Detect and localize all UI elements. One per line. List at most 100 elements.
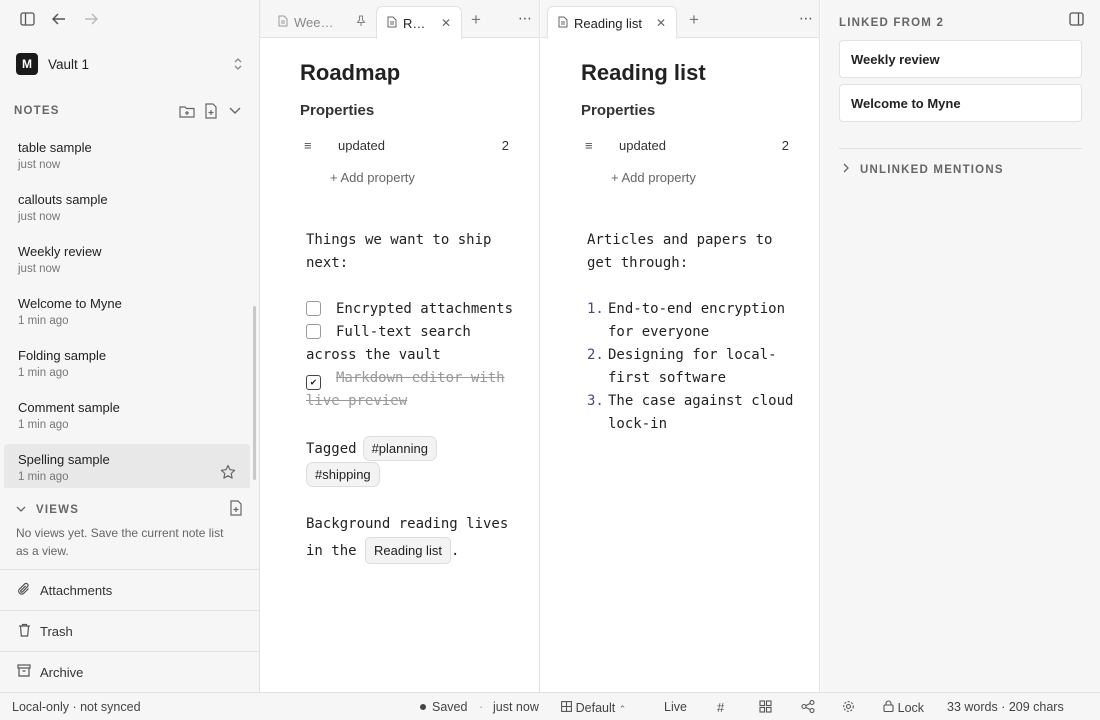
tab-weekly-review[interactable]: Wee… (268, 6, 376, 38)
list-item: 2. Designing for local-first software (587, 344, 802, 390)
hashtag-icon[interactable]: # (717, 700, 724, 715)
drag-handle-icon[interactable]: ≡ (304, 138, 316, 153)
note-time: 1 min ago (18, 315, 69, 327)
archive-button[interactable]: Archive (0, 651, 259, 692)
more-options-icon[interactable]: ⋯ (518, 10, 533, 27)
list-item[interactable]: Folding sample 1 min ago (4, 340, 250, 392)
new-note-icon[interactable] (203, 103, 219, 119)
todo-text: Markdown editor with live preview (306, 370, 505, 409)
paragraph: Things we want to ship next: (306, 232, 492, 271)
saved-time: just now (493, 700, 539, 714)
trash-button[interactable]: Trash (0, 610, 259, 651)
list-text: Designing for local-first software (608, 347, 777, 386)
note-time: just now (18, 211, 61, 223)
close-icon[interactable]: ✕ (441, 16, 451, 30)
editor-content[interactable]: Roadmap Properties ≡ updated 2 + Add pro… (260, 38, 539, 692)
list-item[interactable]: Comment sample 1 min ago (4, 392, 250, 444)
list-number: 1. (587, 301, 604, 317)
linked-from-header: LINKED FROM 2 (839, 17, 945, 29)
note-time: just now (18, 263, 61, 275)
property-name: updated (619, 137, 666, 153)
list-item-active[interactable]: Spelling sample 1 min ago (4, 444, 250, 488)
tab-bar: Wee… R… ✕ + ⋯ (260, 0, 539, 39)
list-item[interactable]: Welcome to Myne 1 min ago (4, 288, 250, 340)
todo-text: Encrypted attachments (336, 301, 514, 317)
drag-handle-icon[interactable]: ≡ (585, 138, 597, 153)
note-title: Folding sample (18, 348, 107, 363)
chevron-down-icon[interactable] (227, 103, 243, 119)
tab-roadmap[interactable]: R… ✕ (376, 6, 462, 39)
mode-toggle[interactable]: Live (664, 700, 687, 714)
panel-toggle-icon[interactable] (1069, 12, 1084, 29)
sync-status: Local-only · not synced (12, 700, 141, 714)
note-time: 1 min ago (18, 471, 69, 483)
editor-content[interactable]: Reading list Properties ≡ updated 2 + Ad… (541, 38, 819, 692)
editor-pane-right: Reading list ✕ + ⋯ Reading list Properti… (541, 0, 820, 692)
archive-label: Archive (40, 664, 84, 680)
list-item[interactable]: callouts sample just now (4, 184, 250, 236)
new-tab-icon[interactable]: + (471, 10, 481, 30)
checkbox-checked[interactable]: ✔ (306, 375, 321, 390)
note-title: Comment sample (18, 400, 120, 415)
property-row[interactable]: ≡ updated 2 (304, 135, 509, 155)
attachments-button[interactable]: Attachments (0, 569, 259, 610)
archive-icon (16, 664, 32, 680)
close-icon[interactable]: ✕ (656, 16, 666, 30)
page-title: Reading list (581, 60, 706, 85)
document-icon (558, 16, 568, 31)
note-title: Spelling sample (18, 452, 110, 467)
list-text: End-to-end encryption for everyone (608, 301, 786, 340)
editor-pane-left: Wee… R… ✕ + ⋯ Roadmap Properties ≡ updat… (260, 0, 540, 692)
backlink-card[interactable]: Weekly review (839, 40, 1082, 78)
views-empty-text: No views yet. Save the current note list… (16, 526, 224, 558)
vault-switcher[interactable]: M Vault 1 (16, 52, 243, 76)
property-value[interactable]: 2 (782, 138, 789, 153)
add-property-button[interactable]: + Add property (330, 170, 415, 185)
checkbox[interactable] (306, 324, 321, 339)
note-link[interactable]: Reading list (365, 537, 451, 564)
note-title: table sample (18, 140, 92, 155)
more-options-icon[interactable]: ⋯ (799, 10, 814, 27)
views-section-header[interactable]: VIEWS (16, 500, 243, 519)
add-property-button[interactable]: + Add property (611, 170, 696, 185)
views-header-label: VIEWS (36, 503, 80, 516)
checkbox[interactable] (306, 301, 321, 316)
graph-icon[interactable] (801, 699, 815, 716)
note-list-scrollbar[interactable] (253, 306, 256, 480)
tagged-paragraph: Tagged #planning #shipping (306, 436, 521, 488)
sidebar: M Vault 1 NOTES table sample just now cal… (0, 0, 260, 692)
tab-label: Reading list (574, 15, 642, 31)
property-value[interactable]: 2 (502, 138, 509, 153)
paragraph: Articles and papers to get through: (587, 232, 773, 271)
tag-chip[interactable]: #planning (362, 436, 437, 461)
tag-chip[interactable]: #shipping (306, 462, 380, 487)
layout-selector[interactable]: Default ⌃ (561, 700, 626, 715)
todo-item-done: ✔ Markdown editor with live preview (306, 367, 521, 413)
sidebar-toggle-icon[interactable] (16, 10, 38, 28)
vault-logo: M (16, 53, 38, 75)
back-arrow-icon[interactable] (48, 10, 70, 28)
list-item[interactable]: table sample just now (4, 132, 250, 184)
property-row[interactable]: ≡ updated 2 (585, 135, 789, 155)
lock-button[interactable]: Lock (883, 700, 924, 715)
blocks-icon[interactable] (759, 700, 772, 716)
settings-gear-icon[interactable] (842, 700, 855, 716)
backlink-card[interactable]: Welcome to Myne (839, 84, 1082, 122)
document-icon (278, 15, 288, 30)
chevron-up-icon: ⌃ (618, 704, 627, 714)
attachments-label: Attachments (40, 582, 113, 598)
new-view-icon[interactable] (229, 500, 243, 519)
tab-reading-list[interactable]: Reading list ✕ (547, 6, 677, 39)
forward-arrow-icon[interactable] (80, 10, 102, 28)
note-title: Welcome to Myne (18, 296, 122, 311)
todo-text: Full-text search across the vault (306, 324, 471, 363)
pin-icon[interactable] (356, 14, 366, 30)
list-item: 3. The case against cloud lock-in (587, 390, 802, 436)
unlinked-mentions-toggle[interactable]: UNLINKED MENTIONS (843, 163, 1004, 176)
star-icon[interactable] (220, 464, 236, 484)
lock-label: Lock (897, 701, 925, 715)
new-folder-icon[interactable] (179, 103, 195, 119)
property-name: updated (338, 137, 385, 153)
new-tab-icon[interactable]: + (689, 10, 699, 30)
list-item[interactable]: Weekly review just now (4, 236, 250, 288)
